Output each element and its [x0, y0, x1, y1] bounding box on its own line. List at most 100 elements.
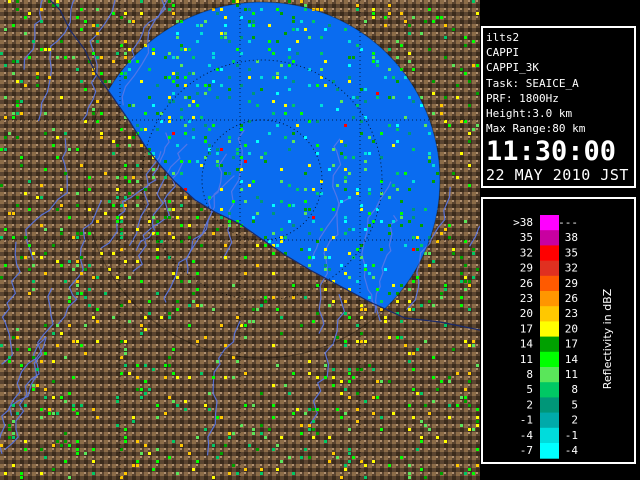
radar-map-view[interactable]: [0, 0, 480, 480]
echo-pixel: [12, 236, 15, 239]
echo-pixel: [116, 176, 119, 179]
echo-pixel: [456, 96, 459, 99]
task-name: Task: SEAICE_A: [486, 76, 579, 90]
echo-pixel: [60, 188, 63, 191]
echo-pixel: [244, 372, 247, 375]
echo-pixel: [400, 224, 403, 227]
echo-pixel: [212, 376, 215, 379]
echo-pixel: [124, 348, 127, 351]
echo-pixel: [124, 12, 127, 15]
echo-pixel: [160, 316, 163, 319]
echo-pixel: [228, 76, 231, 79]
echo-pixel: [268, 428, 271, 431]
echo-pixel: [148, 220, 151, 223]
echo-pixel: [248, 100, 251, 103]
echo-pixel: [68, 296, 71, 299]
echo-pixel: [248, 40, 251, 43]
echo-pixel: [8, 356, 11, 359]
echo-pixel: [388, 224, 391, 227]
echo-pixel: [52, 332, 55, 335]
echo-pixel: [440, 296, 443, 299]
echo-pixel: [296, 408, 299, 411]
echo-pixel: [300, 20, 303, 23]
echo-pixel: [24, 404, 27, 407]
echo-pixel: [64, 132, 67, 135]
echo-pixel: [252, 12, 255, 15]
echo-pixel: [60, 264, 63, 267]
echo-pixel: [372, 276, 375, 279]
echo-pixel: [344, 124, 347, 127]
echo-pixel: [48, 48, 51, 51]
echo-pixel: [96, 320, 99, 323]
echo-pixel: [112, 204, 115, 207]
echo-pixel: [200, 304, 203, 307]
echo-pixel: [324, 288, 327, 291]
echo-pixel: [388, 464, 391, 467]
echo-pixel: [276, 76, 279, 79]
echo-pixel: [60, 204, 63, 207]
echo-pixel: [156, 128, 159, 131]
echo-pixel: [76, 440, 79, 443]
echo-pixel: [408, 24, 411, 27]
echo-pixel: [252, 216, 255, 219]
echo-pixel: [124, 176, 127, 179]
echo-pixel: [204, 428, 207, 431]
echo-pixel: [348, 452, 351, 455]
echo-pixel: [420, 104, 423, 107]
echo-pixel: [472, 428, 475, 431]
echo-pixel: [76, 236, 79, 239]
echo-pixel: [32, 388, 35, 391]
echo-pixel: [368, 188, 371, 191]
echo-pixel: [224, 376, 227, 379]
echo-pixel: [344, 312, 347, 315]
echo-pixel: [168, 52, 171, 55]
echo-pixel: [104, 80, 107, 83]
echo-pixel: [404, 344, 407, 347]
echo-pixel: [68, 324, 71, 327]
echo-pixel: [80, 164, 83, 167]
echo-pixel: [212, 476, 215, 479]
echo-pixel: [448, 380, 451, 383]
echo-pixel: [164, 56, 167, 59]
echo-pixel: [72, 404, 75, 407]
echo-pixel: [156, 416, 159, 419]
echo-pixel: [144, 364, 147, 367]
echo-pixel: [164, 160, 167, 163]
echo-pixel: [424, 340, 427, 343]
echo-pixel: [8, 132, 11, 135]
echo-pixel: [380, 248, 383, 251]
echo-pixel: [252, 180, 255, 183]
echo-pixel: [452, 172, 455, 175]
echo-pixel: [176, 84, 179, 87]
echo-pixel: [136, 364, 139, 367]
echo-pixel: [168, 200, 171, 203]
echo-pixel: [80, 292, 83, 295]
echo-pixel: [200, 116, 203, 119]
echo-pixel: [372, 368, 375, 371]
echo-pixel: [460, 304, 463, 307]
echo-pixel: [204, 20, 207, 23]
echo-pixel: [352, 456, 355, 459]
echo-pixel: [132, 136, 135, 139]
echo-pixel: [76, 264, 79, 267]
echo-pixel: [168, 116, 171, 119]
echo-pixel: [204, 136, 207, 139]
echo-pixel: [456, 176, 459, 179]
echo-pixel: [28, 180, 31, 183]
echo-pixel: [228, 136, 231, 139]
echo-pixel: [348, 372, 351, 375]
echo-pixel: [0, 148, 3, 151]
echo-pixel: [432, 180, 435, 183]
echo-pixel: [428, 48, 431, 51]
echo-pixel: [100, 136, 103, 139]
echo-pixel: [344, 388, 347, 391]
echo-pixel: [16, 328, 19, 331]
echo-pixel: [444, 36, 447, 39]
echo-pixel: [264, 244, 267, 247]
echo-pixel: [324, 60, 327, 63]
echo-pixel: [244, 256, 247, 259]
echo-pixel: [236, 152, 239, 155]
echo-pixel: [452, 252, 455, 255]
echo-pixel: [332, 384, 335, 387]
echo-pixel: [336, 408, 339, 411]
